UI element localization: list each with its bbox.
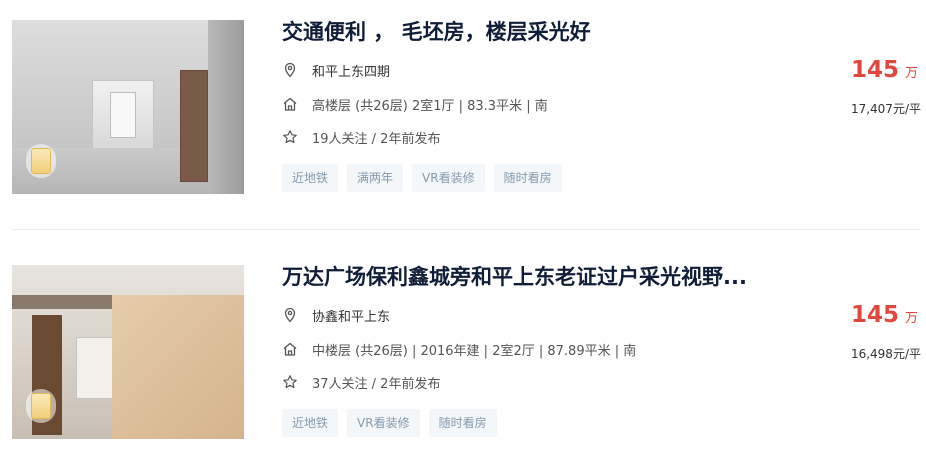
price-value: 145 bbox=[850, 57, 899, 83]
follow-row: 37人关注 / 2年前发布 bbox=[282, 372, 440, 392]
listing-photo[interactable] bbox=[12, 20, 244, 194]
house-info: 高楼层 (共26层) 2室1厅 | 83.3平米 | 南 bbox=[312, 98, 548, 114]
divider bbox=[12, 229, 920, 230]
vr-badge-icon[interactable] bbox=[26, 144, 56, 178]
community-name[interactable]: 协鑫和平上东 bbox=[312, 306, 390, 325]
location-pin-icon bbox=[284, 307, 296, 323]
listing-title[interactable]: 万达广场保利鑫城旁和平上东老证过户采光视野... bbox=[282, 263, 772, 291]
house-info: 中楼层 (共26层) | 2016年建 | 2室2厅 | 87.89平米 | 南 bbox=[312, 343, 637, 359]
listing-title[interactable]: 交通便利 ， 毛坯房，楼层采光好 bbox=[282, 18, 772, 46]
tag: 近地铁 bbox=[282, 409, 339, 437]
listing-card[interactable]: 交通便利 ， 毛坯房，楼层采光好 和平上东四期 高楼层 (共26层) 2室1厅 … bbox=[0, 0, 926, 220]
tag: VR看装修 bbox=[347, 409, 420, 437]
total-price: 145 万 bbox=[851, 57, 918, 83]
tag: 满两年 bbox=[347, 164, 404, 192]
star-icon bbox=[283, 130, 297, 144]
tag: 随时看房 bbox=[428, 409, 497, 437]
location-pin-icon bbox=[284, 62, 296, 78]
vr-badge-icon[interactable] bbox=[26, 389, 56, 423]
house-info-row: 高楼层 (共26层) 2室1厅 | 83.3平米 | 南 bbox=[282, 94, 548, 114]
room-side-wall bbox=[208, 20, 244, 194]
unit-price: 17,407元/平 bbox=[850, 102, 921, 116]
follow-row: 19人关注 / 2年前发布 bbox=[282, 127, 440, 147]
follow-info: 37人关注 / 2年前发布 bbox=[312, 376, 441, 392]
price-unit: 万 bbox=[904, 66, 918, 81]
tag: 随时看房 bbox=[493, 164, 562, 192]
unit-price: 16,498元/平 bbox=[850, 347, 921, 361]
tag-list: 近地铁 VR看装修 随时看房 bbox=[282, 409, 506, 437]
community-row: 和平上东四期 bbox=[282, 60, 390, 80]
listing-photo[interactable] bbox=[12, 265, 244, 439]
star-icon bbox=[283, 375, 297, 389]
tag-list: 近地铁 满两年 VR看装修 随时看房 bbox=[282, 164, 571, 192]
community-row: 协鑫和平上东 bbox=[282, 305, 390, 325]
house-info-row: 中楼层 (共26层) | 2016年建 | 2室2厅 | 87.89平米 | 南 bbox=[282, 339, 636, 359]
room-window bbox=[110, 92, 136, 138]
community-name[interactable]: 和平上东四期 bbox=[312, 61, 390, 80]
house-icon bbox=[283, 97, 297, 111]
room-wood-panel bbox=[112, 295, 244, 439]
price-value: 145 bbox=[850, 302, 899, 328]
total-price: 145 万 bbox=[851, 302, 918, 328]
follow-info: 19人关注 / 2年前发布 bbox=[312, 131, 441, 147]
room-doorway bbox=[180, 70, 208, 182]
listing-card[interactable]: 万达广场保利鑫城旁和平上东老证过户采光视野... 协鑫和平上东 中楼层 (共26… bbox=[0, 245, 926, 465]
tag: 近地铁 bbox=[282, 164, 339, 192]
tag: VR看装修 bbox=[412, 164, 485, 192]
house-icon bbox=[283, 342, 297, 356]
price-unit: 万 bbox=[904, 311, 918, 326]
